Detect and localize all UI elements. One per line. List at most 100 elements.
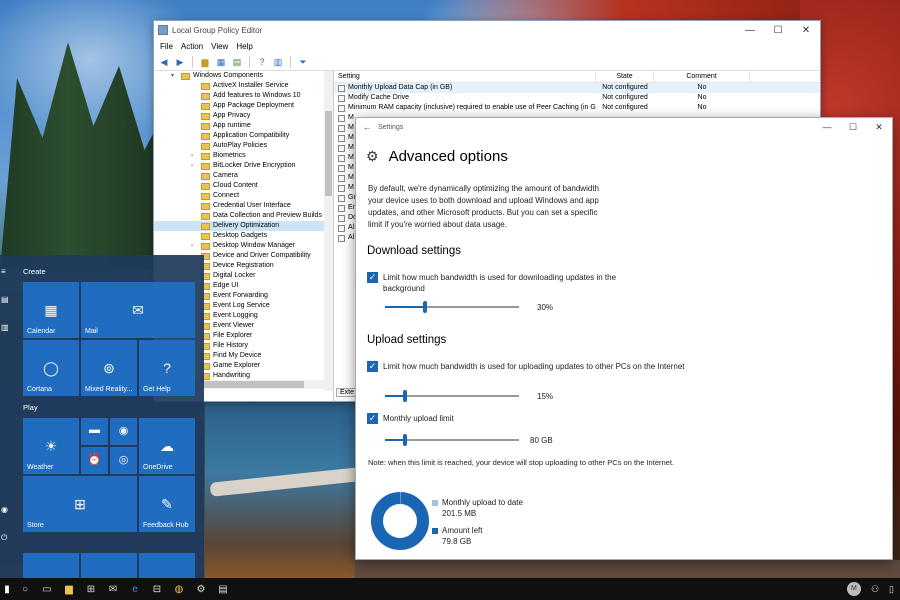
- tree-item[interactable]: Connect: [154, 191, 333, 201]
- tile-weather[interactable]: ☀ Weather: [23, 418, 79, 474]
- all-apps-icon[interactable]: ▤: [1, 295, 9, 304]
- table-row[interactable]: Monthly Upload Data Cap (in GB) Not confi…: [334, 83, 820, 93]
- tree-item[interactable]: Cloud Content: [154, 181, 333, 191]
- tile-mail[interactable]: ✉ Mail: [81, 282, 195, 338]
- tile-partial-1[interactable]: [23, 553, 79, 578]
- tree-item[interactable]: › Desktop Window Manager: [154, 241, 333, 251]
- back-arrow-icon[interactable]: ◀: [158, 56, 170, 68]
- folder-up-icon[interactable]: ▆: [199, 56, 211, 68]
- table-row[interactable]: Minimum RAM capacity (inclusive) require…: [334, 103, 820, 113]
- back-arrow-icon[interactable]: ←: [356, 122, 378, 132]
- tree-item[interactable]: AutoPlay Policies: [154, 141, 333, 151]
- settings-icon[interactable]: ⊟: [146, 578, 168, 600]
- column-header-setting[interactable]: Setting: [334, 71, 596, 82]
- store-icon[interactable]: ⊞: [80, 578, 102, 600]
- settings-rail-icon[interactable]: ◉: [1, 505, 8, 514]
- menu-view[interactable]: View: [211, 42, 228, 51]
- tile-mixed-reality[interactable]: ⊚ Mixed Reality...: [81, 340, 137, 396]
- tree-item[interactable]: Camera: [154, 171, 333, 181]
- tile-partial-3[interactable]: [139, 553, 195, 578]
- minimize-icon[interactable]: —: [814, 118, 840, 136]
- expand-icon[interactable]: ›: [191, 161, 199, 171]
- avatar[interactable]: M: [846, 582, 861, 596]
- tile-onedrive[interactable]: ☁ OneDrive: [139, 418, 195, 474]
- tile-camera[interactable]: ◎: [110, 447, 137, 474]
- expand-icon[interactable]: ›: [191, 151, 199, 161]
- tree-item[interactable]: Data Collection and Preview Builds: [154, 211, 333, 221]
- monthly-limit-checkbox-row[interactable]: ✓ Monthly upload limit: [367, 413, 567, 424]
- upload-limit-checkbox[interactable]: ✓: [367, 361, 378, 372]
- maximize-icon[interactable]: ☐: [764, 21, 792, 39]
- tile-movies[interactable]: ▬: [81, 418, 108, 445]
- people-icon[interactable]: ⚇: [871, 584, 879, 595]
- tree-item[interactable]: › BitLocker Drive Encryption: [154, 161, 333, 171]
- maximize-icon[interactable]: ☐: [840, 118, 866, 136]
- table-row[interactable]: Modify Cache Drive Not configured No: [334, 93, 820, 103]
- tree-item[interactable]: App Package Deployment: [154, 101, 333, 111]
- download-limit-checkbox-row[interactable]: ✓ Limit how much bandwidth is used for d…: [367, 272, 637, 294]
- notepad-icon[interactable]: ▤: [212, 578, 234, 600]
- upload-usage-donut: [371, 492, 429, 550]
- tile-alarms[interactable]: ⏰: [81, 447, 108, 474]
- forward-arrow-icon[interactable]: ▶: [174, 56, 186, 68]
- menu-file[interactable]: File: [160, 42, 173, 51]
- tile-feedback-hub[interactable]: ✎ Feedback Hub: [139, 476, 195, 532]
- tree-item-selected[interactable]: Delivery Optimization: [154, 221, 333, 231]
- tree-item[interactable]: › Biometrics: [154, 151, 333, 161]
- tree-item[interactable]: Desktop Gadgets: [154, 231, 333, 241]
- menu-help[interactable]: Help: [236, 42, 252, 51]
- close-icon[interactable]: ✕: [866, 118, 892, 136]
- task-view-icon[interactable]: ▭: [36, 578, 58, 600]
- scrollbar-thumb[interactable]: [325, 111, 332, 196]
- tile-get-help[interactable]: ? Get Help: [139, 340, 195, 396]
- tile-calendar[interactable]: ▦ Calendar: [23, 282, 79, 338]
- show-hide-tree-icon[interactable]: ▦: [215, 56, 227, 68]
- tile-store[interactable]: ⊞ Store: [23, 476, 137, 532]
- tree-item[interactable]: App Privacy: [154, 111, 333, 121]
- notifications-icon[interactable]: ▯: [889, 584, 894, 595]
- start-icon[interactable]: ▮: [0, 578, 14, 600]
- cortana-search-icon[interactable]: ○: [14, 578, 36, 600]
- tree-item[interactable]: Add features to Windows 10: [154, 91, 333, 101]
- collapse-icon[interactable]: ▾: [171, 71, 179, 81]
- power-icon[interactable]: ⏻: [1, 533, 7, 543]
- upload-limit-checkbox-row[interactable]: ✓ Limit how much bandwidth is used for u…: [367, 361, 687, 372]
- tree-item[interactable]: App runtime: [154, 121, 333, 131]
- column-header-state[interactable]: State: [596, 71, 654, 82]
- tree-item[interactable]: ActiveX Installer Service: [154, 81, 333, 91]
- monthly-limit-checkbox[interactable]: ✓: [367, 413, 378, 424]
- download-bandwidth-value: 30%: [537, 303, 554, 312]
- export-list-icon[interactable]: ▤: [231, 56, 243, 68]
- tree-item[interactable]: ▾ Windows Components: [154, 71, 333, 81]
- upload-bandwidth-slider[interactable]: [385, 390, 519, 402]
- minimize-icon[interactable]: —: [736, 21, 764, 39]
- file-explorer-icon[interactable]: ▆: [58, 578, 80, 600]
- filter-icon[interactable]: ⏷: [297, 56, 309, 68]
- mail-icon[interactable]: ✉: [102, 578, 124, 600]
- monthly-upload-slider[interactable]: [385, 434, 519, 446]
- settings-title-bar[interactable]: ← Settings: [356, 118, 892, 136]
- expand-icon[interactable]: ›: [191, 241, 199, 251]
- help-icon[interactable]: ?: [256, 56, 268, 68]
- tile-cortana[interactable]: ◯ Cortana: [23, 340, 79, 396]
- tree-item[interactable]: Credential User Interface: [154, 201, 333, 211]
- properties-icon[interactable]: ▥: [272, 56, 284, 68]
- close-icon[interactable]: ✕: [792, 21, 820, 39]
- slider-thumb[interactable]: [423, 301, 428, 313]
- tree-item[interactable]: Application Compatibility: [154, 131, 333, 141]
- column-header-comment[interactable]: Comment: [654, 71, 750, 82]
- tree-vertical-scrollbar[interactable]: [324, 71, 333, 391]
- tile-partial-2[interactable]: [81, 553, 137, 578]
- slider-thumb[interactable]: [403, 390, 408, 402]
- slider-thumb[interactable]: [403, 434, 408, 446]
- edge-icon[interactable]: e: [124, 578, 146, 600]
- download-bandwidth-slider[interactable]: [385, 301, 519, 313]
- menu-action[interactable]: Action: [181, 42, 203, 51]
- recent-icon[interactable]: ▥: [1, 323, 9, 332]
- download-limit-checkbox[interactable]: ✓: [367, 272, 378, 283]
- gear-icon[interactable]: ⚙: [190, 578, 212, 600]
- gpe-title-bar[interactable]: Local Group Policy Editor: [154, 21, 820, 39]
- hamburger-icon[interactable]: ≡: [1, 267, 6, 276]
- tile-groove[interactable]: ◉: [110, 418, 137, 445]
- paint-icon[interactable]: ◍: [168, 578, 190, 600]
